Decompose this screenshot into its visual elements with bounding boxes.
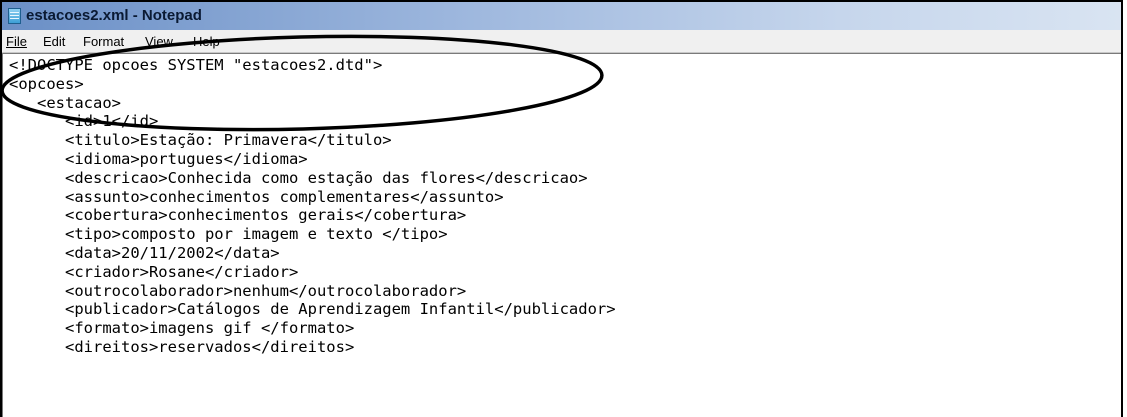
menu-file-label: File xyxy=(6,34,27,49)
menu-edit-label: Edit xyxy=(43,34,66,49)
editor-content[interactable]: <!DOCTYPE opcoes SYSTEM "estacoes2.dtd">… xyxy=(9,56,616,357)
menu-help-label: Help xyxy=(193,34,220,49)
code-line-13: <outrocolaborador>nenhum</outrocolaborad… xyxy=(9,281,467,300)
code-line-6: <idioma>portugues</idioma> xyxy=(9,149,308,168)
code-line-15: <formato>imagens gif </formato> xyxy=(9,319,355,338)
code-line-7: <descricao>Conhecida como estação das fl… xyxy=(9,168,588,187)
code-line-16: <direitos>reservados</direitos> xyxy=(9,337,355,356)
menu-view[interactable]: View xyxy=(145,34,173,49)
code-line-9: <cobertura>conhecimentos gerais</cobertu… xyxy=(9,206,467,225)
code-line-2: <opcoes> xyxy=(9,74,84,93)
code-line-12: <criador>Rosane</criador> xyxy=(9,262,299,281)
code-line-1: <!DOCTYPE opcoes SYSTEM "estacoes2.dtd"> xyxy=(9,56,383,74)
code-line-11: <data>20/11/2002</data> xyxy=(9,243,280,262)
menu-help[interactable]: Help xyxy=(193,34,220,49)
menu-view-label: View xyxy=(145,34,173,49)
menu-bar: File Edit Format View Help xyxy=(2,30,1121,53)
menu-format[interactable]: Format xyxy=(83,34,124,49)
code-line-5: <titulo>Estação: Primavera</titulo> xyxy=(9,131,392,150)
text-editor-area[interactable]: <!DOCTYPE opcoes SYSTEM "estacoes2.dtd">… xyxy=(2,53,1121,417)
code-line-4: <id>1</id> xyxy=(9,112,159,131)
notepad-icon xyxy=(8,8,21,24)
window-title: estacoes2.xml - Notepad xyxy=(26,7,202,24)
code-line-10: <tipo>composto por imagem e texto </tipo… xyxy=(9,225,448,244)
notepad-window: estacoes2.xml - Notepad File Edit Format… xyxy=(0,0,1123,417)
menu-file[interactable]: File xyxy=(6,34,27,49)
code-line-8: <assunto>conhecimentos complementares</a… xyxy=(9,187,504,206)
menu-edit[interactable]: Edit xyxy=(43,34,65,49)
menu-format-label: Format xyxy=(83,34,125,49)
code-line-3: <estacao> xyxy=(9,93,121,112)
code-line-14: <publicador>Catálogos de Aprendizagem In… xyxy=(9,300,616,319)
title-bar[interactable]: estacoes2.xml - Notepad xyxy=(2,2,1121,30)
